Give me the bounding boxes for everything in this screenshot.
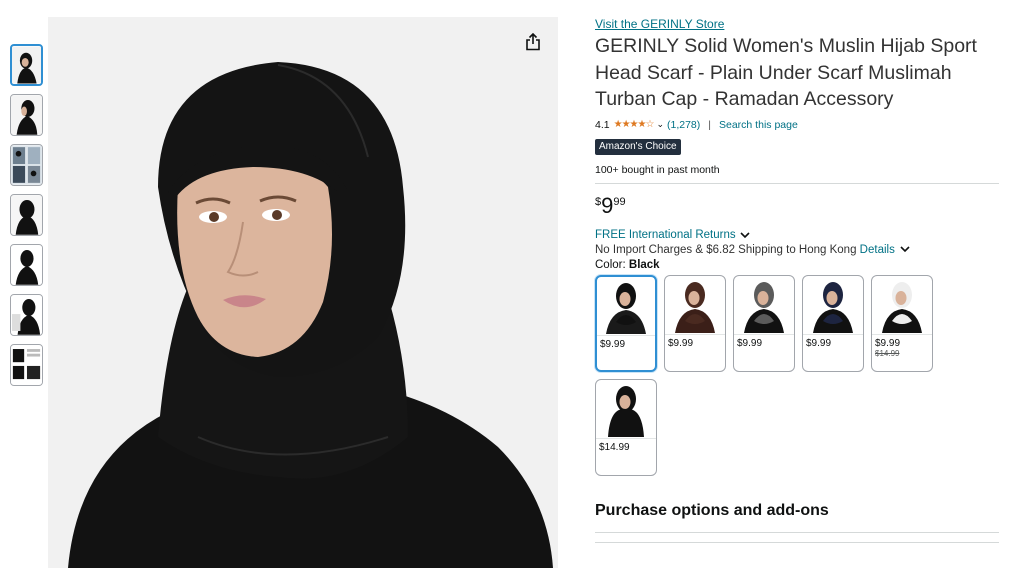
color-selection-label: Color: Black [595,259,999,271]
hijab-swatch-image [736,276,792,333]
swatch-price: $9.99 [600,338,626,350]
size-chart-thumb-image [11,345,42,385]
swatch-image [803,276,863,335]
swatch-list-price: $14.99 [875,348,900,358]
shipping-text: No Import Charges & $6.82 Shipping to Ho… [595,243,857,256]
price: $ 9 99 [595,192,999,222]
swatch-price: $9.99 [737,337,763,349]
rating-value: 4.1 [595,118,610,131]
swatch-price: $9.99 [668,337,694,349]
free-returns-link[interactable]: FREE International Returns [595,229,999,241]
star-rating-icon[interactable]: ★★★★☆ [614,119,655,130]
chevron-down-icon[interactable] [900,245,910,253]
thumbnail-strip [10,44,44,394]
swatch-image [872,276,932,335]
product-details: Visit the GERINLY Store GERINLY Solid Wo… [595,17,999,543]
free-returns-label: FREE International Returns [595,228,736,241]
divider [595,531,999,533]
hijab-swatch-image [598,277,654,334]
shipping-info: No Import Charges & $6.82 Shipping to Ho… [595,244,999,256]
purchase-options-heading: Purchase options and add-ons [595,501,829,519]
hijab-model-illustration [48,17,558,568]
hijab-swatch-image [667,276,723,333]
swatch-price: $14.99 [599,441,630,453]
thumbnail-4[interactable] [10,194,43,236]
price-whole: 9 [601,192,614,218]
amazons-choice-badge: Amazon's Choice [595,138,681,155]
color-label: Color: [595,258,626,271]
thumbnail-3[interactable] [10,144,43,186]
thumbnail-7[interactable] [10,344,43,386]
search-this-page-link[interactable]: Search this page [719,119,798,131]
separator: | [708,118,711,131]
hijab-front-thumb-image [12,46,41,84]
silhouette-thumb-image [11,245,42,285]
silhouette-2-thumb-image [11,295,42,335]
hijab-back-thumb-image [11,195,42,235]
chevron-down-icon[interactable]: ⌄ [656,119,664,130]
store-link[interactable]: Visit the GERINLY Store [595,17,999,32]
color-swatch[interactable]: $9.99 $14.99 [871,274,933,372]
chevron-down-icon [740,231,750,238]
lifestyle-thumb-image [11,145,42,185]
thumbnail-6[interactable] [10,294,43,336]
color-swatch[interactable]: $9.99 [733,274,795,372]
thumbnail-1[interactable] [10,44,43,86]
hijab-swatch-image [805,276,861,333]
color-swatch[interactable]: $14.99 [595,378,657,476]
main-product-image[interactable] [48,17,558,568]
shipping-details-link[interactable]: Details [860,244,895,256]
divider [595,182,999,184]
swatch-price: $9.99 [875,337,901,349]
price-fraction: 99 [613,195,626,208]
thumbnail-5[interactable] [10,244,43,286]
color-swatches: $9.99 $9.99 $9.99 $9.99 $9.99 $14.99 $14.99 [595,274,945,483]
share-icon [526,33,540,51]
swatch-image [597,277,655,336]
swatch-image [596,380,656,439]
color-swatch[interactable]: $9.99 [802,274,864,372]
color-swatch[interactable]: $9.99 [664,274,726,372]
swatch-image [734,276,794,335]
thumbnail-2[interactable] [10,94,43,136]
swatch-image [665,276,725,335]
hijab-side-thumb-image [11,95,42,135]
divider [595,541,999,543]
hijab-swatch-image [598,380,654,437]
bought-in-past-month: 100+ bought in past month [595,163,720,176]
rating-count-link[interactable]: (1,278) [667,119,700,131]
share-button[interactable] [520,29,546,55]
product-title: GERINLY Solid Women's Muslin Hijab Sport… [595,35,977,110]
color-swatch[interactable]: $9.99 [595,274,657,372]
swatch-price: $9.99 [806,337,832,349]
hijab-swatch-image [874,276,930,333]
color-value: Black [628,258,660,271]
rating-row: 4.1 ★★★★☆ ⌄ (1,278) | Search this page [595,118,999,132]
